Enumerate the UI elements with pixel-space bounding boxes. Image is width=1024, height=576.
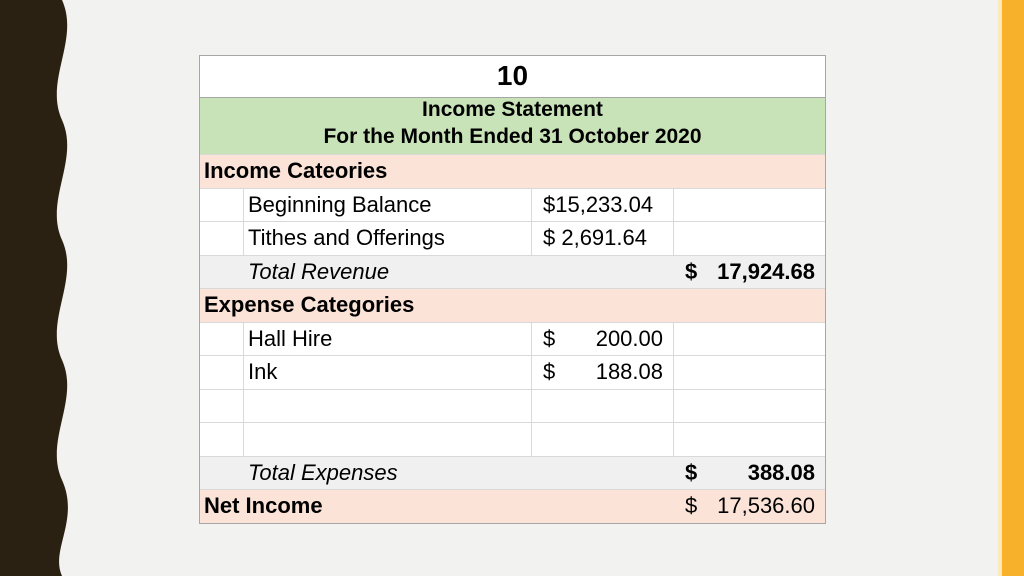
income-item-amount: $15,233.04 <box>543 191 654 217</box>
total-expenses-row: Total Expenses $ 388.08 <box>200 455 825 489</box>
income-heading: Income Cateories <box>204 158 388 183</box>
table-row: Tithes and Offerings $ 2,691.64 <box>200 221 825 255</box>
statement-heading: Income Statement For the Month Ended 31 … <box>200 98 825 154</box>
expense-item-label: Hall Hire <box>248 325 333 351</box>
income-item-label: Beginning Balance <box>248 191 432 217</box>
slide-number-row: 10 <box>200 56 825 98</box>
total-revenue-label: Total Revenue <box>248 258 390 284</box>
income-item-amount: $ 2,691.64 <box>543 225 647 250</box>
net-income-amount: 17,536.60 <box>717 493 815 518</box>
table-row: Ink $ 188.08 <box>200 355 825 389</box>
net-income-currency: $ <box>685 493 698 518</box>
table-row: Beginning Balance $15,233.04 <box>200 187 825 221</box>
total-expenses-amount: 388.08 <box>747 459 815 485</box>
slide-number: 10 <box>496 60 529 91</box>
income-heading-row: Income Cateories <box>200 154 825 188</box>
expense-heading: Expense Categories <box>204 292 415 317</box>
statement-title: Income Statement <box>422 98 603 121</box>
expense-heading-row: Expense Categories <box>200 288 825 322</box>
net-income-row: Net Income $ 17,536.60 <box>200 489 825 523</box>
decorative-wavy-band <box>0 0 68 576</box>
income-item-label: Tithes and Offerings <box>248 225 445 250</box>
expense-item-amount: 200.00 <box>595 325 663 351</box>
statement-period: For the Month Ended 31 October 2020 <box>323 125 702 148</box>
expense-item-currency: $ <box>543 359 556 384</box>
total-expenses-label: Total Expenses <box>248 459 398 485</box>
table-row: Hall Hire $ 200.00 <box>200 321 825 355</box>
total-expenses-currency: $ <box>685 459 698 485</box>
expense-item-currency: $ <box>543 325 556 351</box>
expense-item-amount: 188.08 <box>595 359 663 384</box>
accent-bar <box>1002 0 1024 576</box>
total-revenue-currency: $ <box>685 258 698 284</box>
income-statement-table: 10 Income Statement For the Month Ended … <box>199 55 826 524</box>
total-revenue-row: Total Revenue $ 17,924.68 <box>200 254 825 288</box>
total-revenue-amount: 17,924.68 <box>717 258 815 284</box>
empty-row <box>200 388 825 422</box>
expense-item-label: Ink <box>248 359 278 384</box>
empty-row <box>200 422 825 456</box>
net-income-label: Net Income <box>204 493 323 518</box>
